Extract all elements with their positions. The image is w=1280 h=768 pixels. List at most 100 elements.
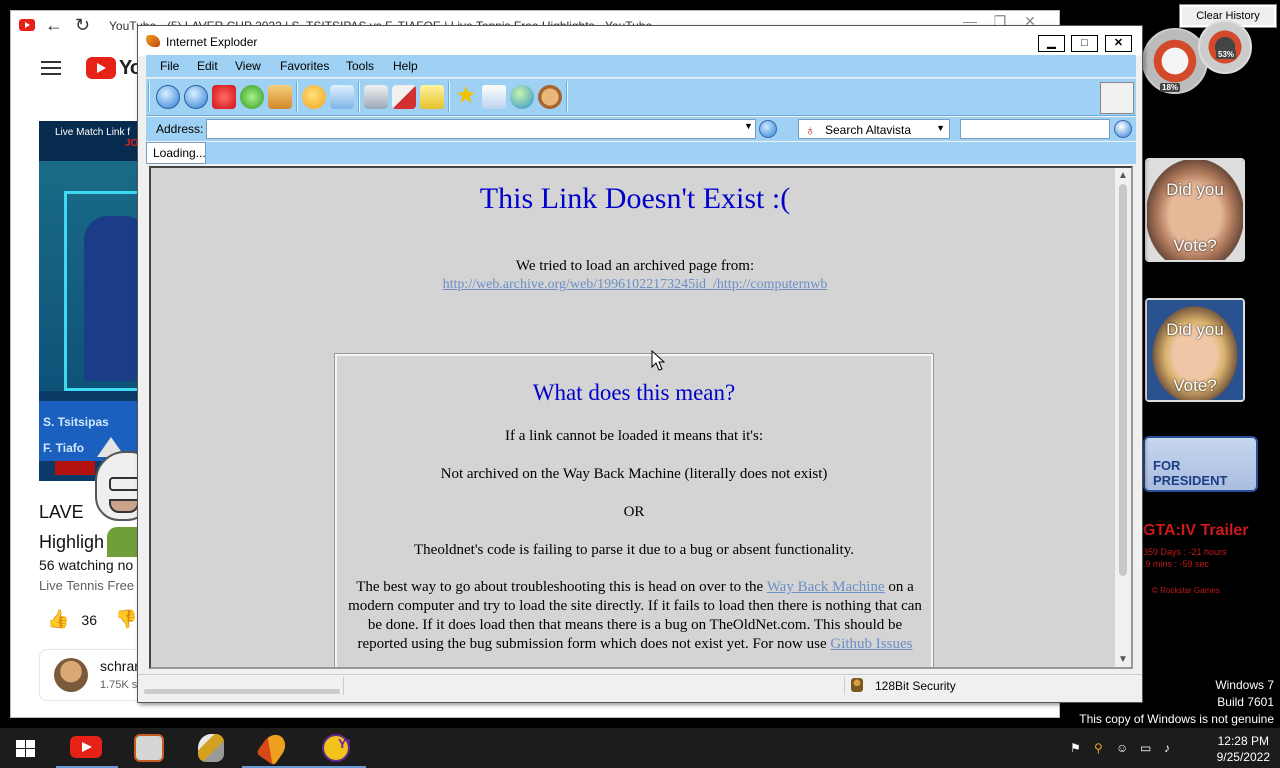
taskbar-cat-app[interactable] xyxy=(118,730,180,768)
window-title-bar[interactable]: Internet Exploder ▁ □ ✕ xyxy=(138,26,1142,56)
explanation-line-1: If a link cannot be loaded it means that… xyxy=(504,428,764,444)
address-dropdown-icon[interactable]: ▼ xyxy=(744,121,753,131)
github-issues-link[interactable]: Github Issues xyxy=(830,636,912,652)
archive-link[interactable]: http://web.archive.org/web/1996102217324… xyxy=(151,277,1119,293)
player1-name: S. Tsitsipas xyxy=(43,415,109,429)
thumbs-down-icon[interactable]: 👎 xyxy=(115,609,137,630)
search-tray-icon[interactable]: ⚲ xyxy=(1094,741,1108,755)
troubleshooting-paragraph: The best way to go about troubleshooting… xyxy=(348,579,922,652)
security-status: 128Bit Security xyxy=(875,679,956,693)
smiley-icon[interactable] xyxy=(302,85,326,109)
menu-bar: File Edit View Favorites Tools Help xyxy=(146,55,1136,77)
window-title: Internet Exploder xyxy=(166,35,258,49)
maximize-button[interactable]: □ xyxy=(1071,35,1098,52)
globe-icon[interactable] xyxy=(510,85,534,109)
memory-dial-icon xyxy=(1198,20,1252,74)
cpu-meter-gadget[interactable]: 53% 18% xyxy=(1140,20,1252,100)
mail-icon[interactable] xyxy=(330,85,354,109)
yahoo-messenger-icon: Y! xyxy=(322,734,351,762)
start-button-icon[interactable] xyxy=(16,740,36,758)
menu-help[interactable]: Help xyxy=(393,59,418,73)
reload-icon[interactable]: ↻ xyxy=(75,15,90,36)
clock-time: 12:28 PM xyxy=(1217,734,1269,748)
explanation-title: What does this mean? xyxy=(532,380,736,405)
hamburger-menu-icon[interactable] xyxy=(41,61,61,75)
internet-exploder-window[interactable]: Internet Exploder ▁ □ ✕ File Edit View F… xyxy=(137,25,1143,703)
status-bar: 128Bit Security xyxy=(138,674,1142,696)
rocket-icon xyxy=(255,730,291,766)
menu-tools[interactable]: Tools xyxy=(346,59,374,73)
explanation-box: What does this mean? If a link cannot be… xyxy=(334,353,934,667)
action-center-flag-icon[interactable]: ⚑ xyxy=(1070,741,1084,755)
favorites-star-icon[interactable]: ★ xyxy=(454,84,478,109)
scroll-down-icon[interactable]: ▼ xyxy=(1118,654,1128,665)
go-button-icon[interactable] xyxy=(759,120,777,138)
taskbar-keys-app[interactable] xyxy=(180,730,242,768)
video-title[interactable]: LAVE Highligh xyxy=(39,497,104,557)
taskbar-yahoo-messenger[interactable]: Y! xyxy=(304,730,366,768)
loading-strip: Loading... xyxy=(146,142,1136,164)
address-bar: Address: ▼ ♁ Search Altavista ▼ xyxy=(146,117,1136,141)
history-icon[interactable] xyxy=(482,85,506,109)
status-divider xyxy=(343,677,843,695)
back-icon[interactable] xyxy=(156,85,180,109)
taskbar-youtube[interactable] xyxy=(56,730,118,768)
address-label: Address: xyxy=(156,122,204,136)
forward-icon[interactable] xyxy=(184,85,208,109)
video-thumbnail[interactable]: Live Match Link f JO S. Tsitsipas F. Tia… xyxy=(39,121,149,481)
search-engine-label: Search Altavista xyxy=(825,123,912,137)
live-badge xyxy=(55,461,95,475)
search-input[interactable] xyxy=(960,119,1110,139)
subscriber-count: 1.75K s xyxy=(100,679,138,691)
like-button[interactable]: 👍 36 xyxy=(47,609,97,630)
minimize-button[interactable]: ▁ xyxy=(1038,35,1065,52)
back-arrow-icon[interactable]: ← xyxy=(45,15,63,36)
chevron-down-icon[interactable]: ▼ xyxy=(936,123,945,133)
explanation-line-3: Theoldnet's code is failing to parse it … xyxy=(414,542,854,558)
folder-icon[interactable] xyxy=(420,85,444,109)
toolbar-blank-button[interactable] xyxy=(1100,82,1134,114)
vote-card-1[interactable]: Did you Vote? xyxy=(1145,158,1245,262)
search-icon[interactable] xyxy=(1114,120,1132,138)
cookie-icon[interactable] xyxy=(538,85,562,109)
loading-tab[interactable]: Loading... xyxy=(146,142,206,164)
search-engine-select[interactable]: ♁ Search Altavista ▼ xyxy=(798,119,950,139)
scroll-thumb[interactable] xyxy=(1119,184,1127,576)
wayback-machine-link[interactable]: Way Back Machine xyxy=(767,579,885,595)
menu-view[interactable]: View xyxy=(235,59,261,73)
page-viewport[interactable]: This Link Doesn't Exist :( We tried to l… xyxy=(149,166,1133,669)
print-icon[interactable] xyxy=(364,85,388,109)
vertical-scrollbar[interactable]: ▲ ▼ xyxy=(1115,168,1131,667)
scroll-up-icon[interactable]: ▲ xyxy=(1118,170,1128,181)
vote-card-2[interactable]: Did you Vote? xyxy=(1145,298,1245,402)
exploder-app-icon xyxy=(146,35,160,47)
address-input[interactable] xyxy=(206,119,756,139)
youtube-logo-icon[interactable] xyxy=(86,57,116,79)
menu-file[interactable]: File xyxy=(160,59,179,73)
home-icon[interactable] xyxy=(268,85,292,109)
system-clock[interactable]: 12:28 PM 9/25/2022 xyxy=(1217,733,1270,765)
messenger-tray-icon[interactable]: ☺ xyxy=(1116,741,1130,755)
volume-icon[interactable]: ♪ xyxy=(1164,741,1178,755)
toolbar: ★ xyxy=(146,78,1136,116)
network-icon[interactable]: ▭ xyxy=(1140,741,1154,755)
subscriber-name: schrar xyxy=(100,658,139,674)
clock-date: 9/25/2022 xyxy=(1216,750,1270,764)
edit-icon[interactable] xyxy=(392,85,416,109)
horizontal-scrollbar[interactable] xyxy=(144,689,340,694)
meter-percent-1: 53% xyxy=(1216,50,1237,59)
rockstar-credit: © Rockstar Games xyxy=(1152,586,1220,595)
explanation-or: OR xyxy=(623,504,645,520)
menu-favorites[interactable]: Favorites xyxy=(280,59,329,73)
refresh-icon[interactable] xyxy=(240,85,264,109)
channel-name[interactable]: Live Tennis Free xyxy=(39,578,134,593)
close-button[interactable]: ✕ xyxy=(1105,35,1132,52)
stop-icon[interactable] xyxy=(212,85,236,109)
president-badge[interactable]: FOR PRESIDENT xyxy=(1143,436,1258,492)
avatar[interactable] xyxy=(54,658,88,692)
menu-edit[interactable]: Edit xyxy=(197,59,218,73)
taskbar-exploder[interactable] xyxy=(242,730,304,768)
gta-countdown-mins: .9 mins : -59 sec xyxy=(1143,559,1210,569)
gta-countdown-title[interactable]: GTA:IV Trailer xyxy=(1143,522,1249,540)
meter-percent-2: 18% xyxy=(1160,83,1181,92)
